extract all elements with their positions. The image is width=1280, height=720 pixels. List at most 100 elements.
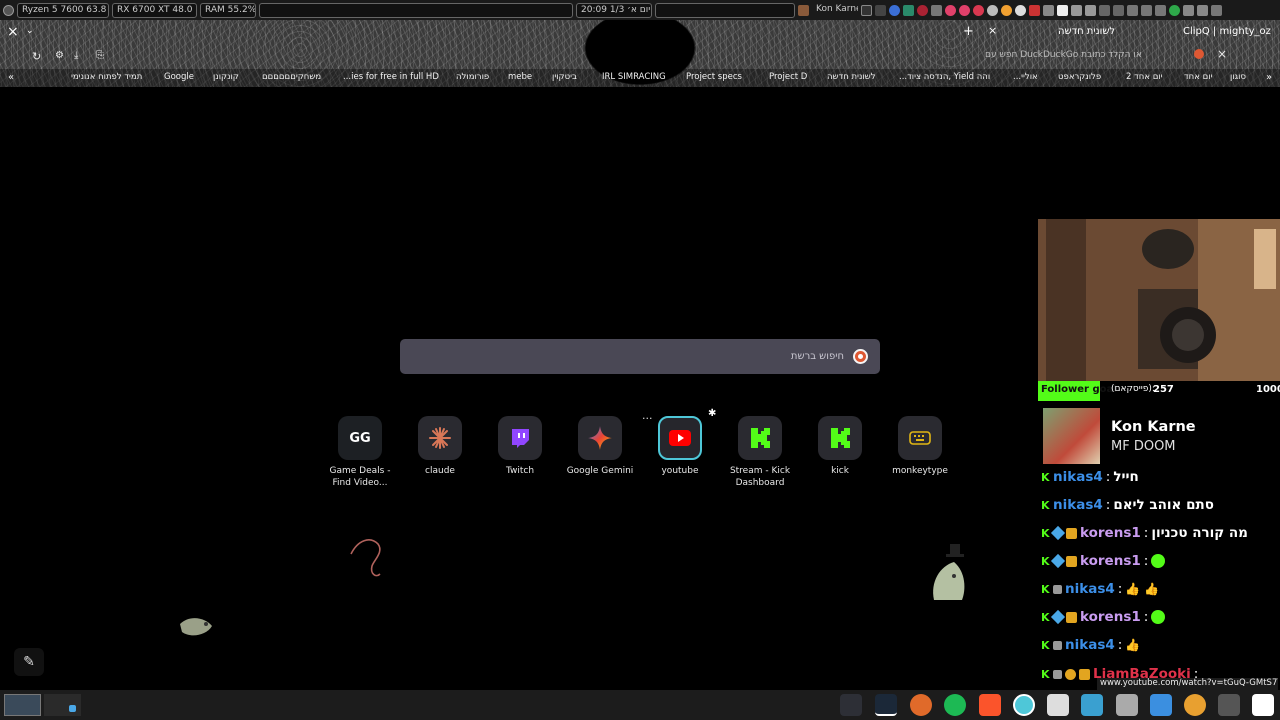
bookmark[interactable]: יום אחד 2	[1126, 72, 1163, 82]
bookmark[interactable]: ביטקוין	[552, 72, 577, 82]
tab-clipq[interactable]: ClipQ | mighty_oz	[1183, 26, 1271, 37]
bluetooth-icon[interactable]	[1141, 4, 1152, 16]
spotify-icon[interactable]	[944, 694, 966, 716]
webcam-feed	[1038, 219, 1280, 381]
app-icon[interactable]	[1099, 4, 1110, 16]
bookmark[interactable]: לשונית חדשה	[827, 72, 876, 82]
app-icon[interactable]	[1015, 4, 1026, 16]
copy-icon[interactable]	[1085, 4, 1096, 16]
shortcut-twitch[interactable]: Twitch	[480, 416, 560, 477]
system-panel: Ryzen 5 7600 63.8 °C RX 6700 XT 48.0 °C …	[0, 0, 1280, 20]
workspace-2-icon[interactable]	[44, 694, 81, 716]
browser-icon[interactable]	[1013, 694, 1035, 716]
search-input[interactable]	[410, 345, 846, 368]
workspace-1-icon[interactable]	[4, 694, 41, 716]
discord-icon[interactable]	[840, 694, 862, 716]
clock[interactable]: 20:09 יום א׳ 1/3	[576, 2, 652, 18]
app-icon[interactable]	[1043, 4, 1054, 16]
keyboard-layout-icon[interactable]	[1197, 4, 1208, 16]
app-icon[interactable]	[889, 4, 900, 16]
now-playing-label[interactable]: Kon Karne	[812, 3, 858, 18]
tab-active[interactable]: לשונית חדשה	[1058, 26, 1115, 37]
app-icon[interactable]	[1127, 4, 1138, 16]
steam-icon[interactable]	[875, 694, 897, 716]
bookmark[interactable]: mebe	[508, 72, 532, 82]
shortcut-kick-dashboard[interactable]: Stream - Kick Dashboard	[720, 416, 800, 489]
twitch-icon	[498, 416, 542, 460]
badge-icon	[1053, 669, 1062, 679]
bookmark[interactable]: תמיד לפתוח אנונימי	[71, 72, 142, 82]
shortcut-monkeytype[interactable]: monkeytype	[880, 416, 960, 477]
shortcut-claude[interactable]: claude	[400, 416, 480, 477]
bookmark[interactable]: Project specs	[686, 72, 742, 82]
app-icon[interactable]	[1252, 694, 1274, 716]
app-icon[interactable]	[931, 4, 942, 16]
app-icon[interactable]	[959, 4, 970, 16]
close-window-icon[interactable]: ×	[7, 24, 19, 40]
store-icon[interactable]	[1150, 694, 1172, 716]
layers-icon[interactable]	[1081, 694, 1103, 716]
gemini-icon	[578, 416, 622, 460]
media-play-icon[interactable]	[1071, 4, 1082, 16]
app-icon[interactable]	[1029, 4, 1040, 16]
url-bar[interactable]: חפש עם DuckDuckGo או הקלד כתובת	[985, 50, 1142, 60]
sub-badge-icon	[1066, 611, 1077, 623]
app-icon[interactable]	[903, 4, 914, 16]
bookmark[interactable]: יום אחד	[1184, 72, 1212, 82]
reload-icon[interactable]: ↻	[32, 50, 41, 63]
pin-icon[interactable]: ✱	[708, 408, 716, 419]
shortcut-youtube[interactable]: ··· ✱ youtube	[640, 408, 720, 477]
bookmark[interactable]: IRL SIMRACING	[602, 72, 666, 82]
bookmark[interactable]: ...אוליי	[1013, 72, 1038, 82]
bookmark[interactable]: ...הנדסה ציוד, Yield והה	[899, 72, 990, 82]
new-tab-button[interactable]: +	[963, 24, 974, 39]
firefox-icon[interactable]	[910, 694, 932, 716]
app-icon[interactable]	[917, 4, 928, 16]
share-icon[interactable]: ⎘	[96, 50, 104, 61]
bookmark[interactable]: קונקונן	[213, 72, 239, 82]
web-search-box[interactable]	[400, 339, 880, 374]
shortcut-label: Google Gemini	[566, 466, 634, 476]
app-icon[interactable]	[1184, 694, 1206, 716]
badge-icon	[1053, 640, 1062, 650]
bookmarks-overflow-icon[interactable]: «	[8, 72, 14, 83]
shortcut-kick[interactable]: kick	[800, 416, 880, 477]
shortcut-game-deals[interactable]: GG Game Deals - Find Video...	[320, 416, 400, 489]
file-manager-icon[interactable]	[1116, 694, 1138, 716]
notifications-icon[interactable]	[1211, 4, 1222, 16]
app-icon[interactable]	[973, 4, 984, 16]
app-icon[interactable]	[1001, 4, 1012, 16]
app-icon[interactable]	[1047, 694, 1069, 716]
steam-icon[interactable]	[987, 4, 998, 16]
app-icon[interactable]	[1057, 4, 1068, 16]
brave-icon[interactable]	[979, 694, 1001, 716]
bookmark[interactable]: פורומולה	[456, 72, 489, 82]
bookmark[interactable]: פלונקראפט	[1058, 72, 1101, 82]
terminal-icon[interactable]	[1218, 694, 1240, 716]
app-icon[interactable]	[945, 4, 956, 16]
close-tab-icon[interactable]: ×	[988, 24, 997, 37]
volume-icon[interactable]	[1183, 4, 1194, 16]
shortcut-label: kick	[831, 466, 849, 476]
bookmarks-more-icon[interactable]: »	[1266, 72, 1272, 83]
clear-url-icon[interactable]: ×	[1217, 47, 1227, 61]
panel-spacer-2	[655, 2, 795, 18]
app-icon[interactable]	[861, 4, 872, 16]
app-icon[interactable]	[1169, 4, 1180, 16]
more-options-icon[interactable]: ···	[642, 412, 653, 425]
extensions-icon[interactable]: ⚙	[55, 50, 64, 61]
menu-icon[interactable]	[3, 4, 14, 16]
bookmark[interactable]: Project D	[769, 72, 807, 82]
pause-icon[interactable]	[1113, 4, 1124, 16]
app-icon[interactable]	[875, 4, 886, 16]
edit-pencil-icon[interactable]: ✎	[14, 648, 44, 676]
bookmark[interactable]: ...ies for free in full HD	[343, 72, 439, 82]
now-playing-widget: Kon Karne MF DOOM	[1043, 408, 1280, 464]
network-icon[interactable]	[1155, 4, 1166, 16]
bookmark[interactable]: Google	[164, 72, 194, 82]
tab-menu-icon[interactable]: ⌄	[26, 26, 34, 36]
downloads-icon[interactable]: ⤓	[74, 50, 78, 61]
bookmark[interactable]: סוגון	[1230, 72, 1246, 82]
bookmark[interactable]: משחקיםםםםםם	[262, 72, 321, 82]
shortcut-gemini[interactable]: Google Gemini	[560, 416, 640, 477]
